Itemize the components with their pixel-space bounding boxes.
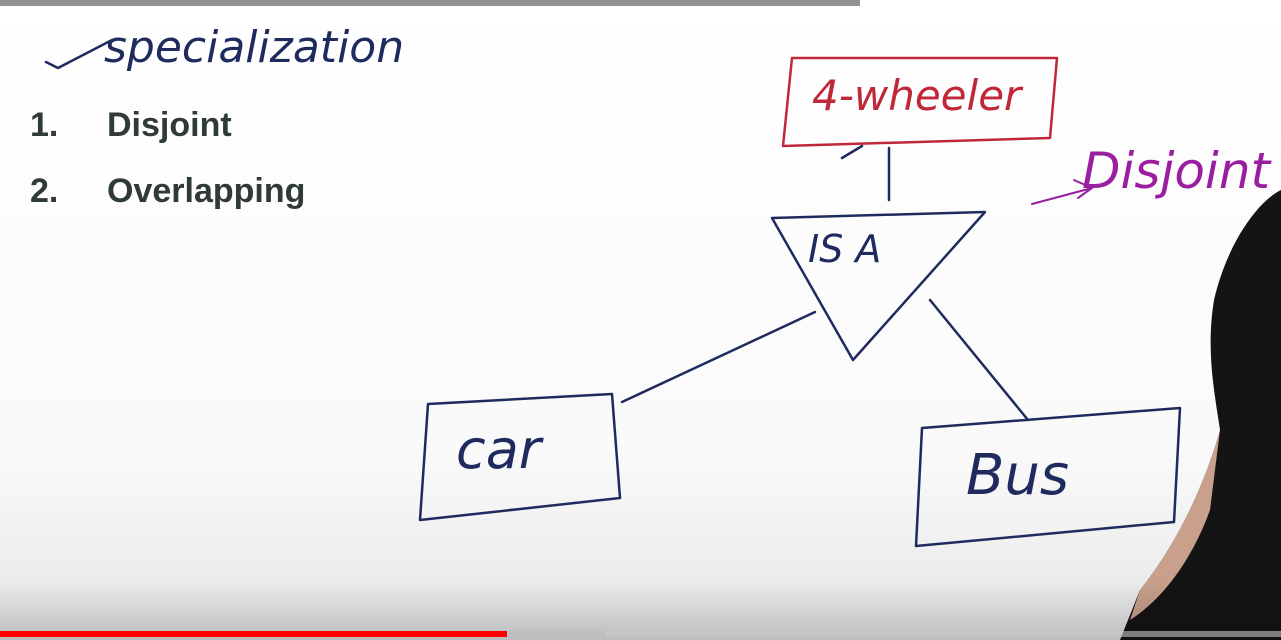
car-connector [620,310,817,404]
check-mark-icon [44,38,114,70]
progress-played [0,631,508,637]
isa-label: IS A [808,227,881,271]
presenter-silhouette [1120,190,1281,640]
connector-arrow [840,144,864,160]
subclass-car-label: car [456,418,544,481]
bus-connector [928,298,1030,422]
video-frame[interactable]: 1. Disjoint 2. Overlapping specializatio… [0,0,1281,640]
superclass-label: 4-wheeler [812,71,1024,120]
whiteboard-drawing: specialization 4-wheeler IS A Disjoint c… [44,22,1273,548]
progress-bar[interactable] [0,631,1281,637]
subclass-bus-label: Bus [966,443,1069,508]
heading-specialization: specialization [104,22,404,73]
